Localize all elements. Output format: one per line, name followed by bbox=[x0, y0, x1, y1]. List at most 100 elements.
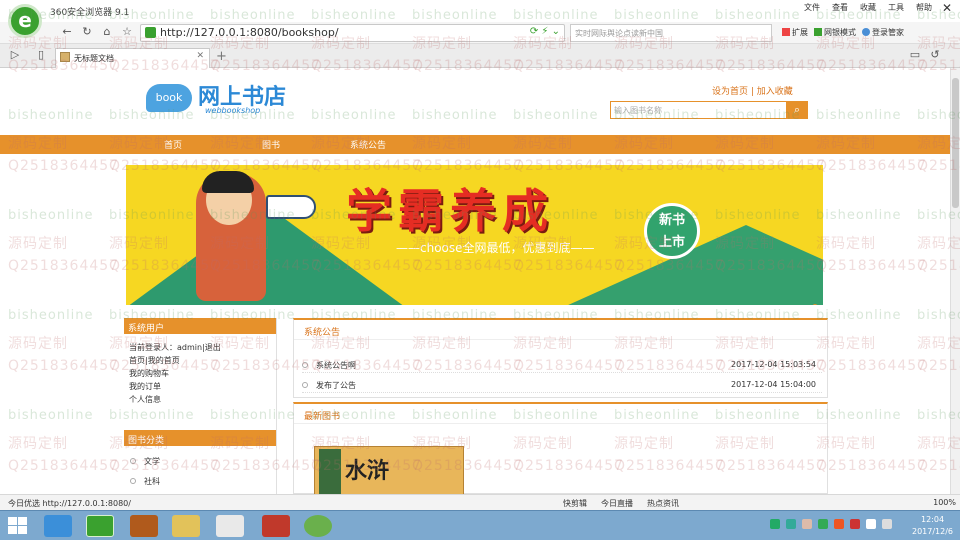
menu-help[interactable]: 帮助 bbox=[916, 2, 932, 13]
status-bar: 今日优选 http://127.0.0.1:8080/ 快剪辑 今日直播 热点资… bbox=[0, 494, 960, 510]
page-icon bbox=[60, 52, 70, 62]
login-manager-button[interactable]: 登录管家 bbox=[862, 27, 904, 38]
banner-hair bbox=[202, 171, 254, 193]
link-my-home[interactable]: 首页|我的首页 bbox=[129, 354, 276, 367]
browser-app-title: 360安全浏览器 9.1 bbox=[50, 8, 130, 18]
bullet-icon bbox=[130, 478, 136, 484]
category-title: 图书分类 bbox=[124, 430, 276, 446]
login-status[interactable]: 当前登录人：admin|退出 bbox=[129, 341, 276, 354]
nav-home[interactable]: 首页 bbox=[164, 138, 182, 151]
new-tab-icon[interactable]: + bbox=[216, 49, 227, 64]
status-url[interactable]: 今日优选 http://127.0.0.1:8080/ bbox=[8, 498, 131, 509]
folder-icon[interactable] bbox=[172, 515, 200, 537]
tray-icon[interactable] bbox=[818, 519, 828, 529]
nav-books[interactable]: 图书 bbox=[262, 138, 280, 151]
badge-line-2: 上市 bbox=[658, 235, 685, 250]
banking-icon bbox=[814, 28, 822, 36]
site-subtitle: webbookshop bbox=[205, 106, 261, 115]
banking-mode-button[interactable]: 网银模式 bbox=[814, 27, 856, 38]
book-category-panel: 图书分类 文学 社科 bbox=[124, 430, 277, 494]
notice-date: 2017-12-04 15:04:00 bbox=[731, 380, 816, 389]
login-icon bbox=[862, 28, 870, 36]
ie-icon[interactable] bbox=[44, 515, 72, 537]
windows-taskbar: 12:04 2017/12/6 bbox=[0, 510, 960, 540]
megaphone-icon bbox=[266, 195, 316, 219]
link-orders[interactable]: 我的订单 bbox=[129, 380, 276, 393]
clock-date: 2017/12/6 bbox=[912, 527, 954, 536]
address-url[interactable]: http://127.0.0.1:8080/bookshop/ bbox=[160, 26, 339, 39]
link-profile[interactable]: 个人信息 bbox=[129, 393, 276, 406]
page-scrollbar[interactable] bbox=[950, 68, 960, 494]
nav-announcements[interactable]: 系统公告 bbox=[350, 138, 386, 151]
new-books-title: 最新图书 bbox=[294, 404, 827, 424]
top-links[interactable]: 设为首页 | 加入收藏 bbox=[712, 84, 793, 97]
banner-title: 学霸养成 bbox=[346, 184, 554, 238]
notice-title[interactable]: 发布了公告 bbox=[316, 381, 356, 390]
announcement-panel: 系统公告 系统公告啊 2017-12-04 15:03:54 发布了公告 201… bbox=[293, 318, 828, 398]
browser-menu: 文件 查看 收藏 工具 帮助 bbox=[804, 2, 932, 13]
address-action-icons[interactable]: ⟳ ⚡ ⌄ bbox=[530, 26, 560, 37]
windows-start-icon[interactable] bbox=[8, 517, 28, 535]
live-button[interactable]: 今日直播 bbox=[601, 498, 633, 509]
close-window-icon[interactable]: ✕ bbox=[942, 1, 952, 15]
carousel-dot[interactable] bbox=[812, 304, 818, 305]
tray-icon[interactable] bbox=[866, 519, 876, 529]
status-tools: 快剪辑 今日直播 热点资讯 bbox=[563, 498, 679, 509]
menu-tools[interactable]: 工具 bbox=[888, 2, 904, 13]
badge-line-1: 新书 bbox=[658, 213, 685, 228]
menu-file[interactable]: 文件 bbox=[804, 2, 820, 13]
list-item[interactable]: 发布了公告 2017-12-04 15:04:00 bbox=[302, 376, 822, 393]
notice-title[interactable]: 系统公告啊 bbox=[316, 361, 356, 370]
link-cart[interactable]: 我的购物车 bbox=[129, 367, 276, 380]
main-nav: 首页 图书 系统公告 bbox=[0, 135, 950, 154]
tab-close-icon[interactable]: ✕ bbox=[196, 51, 204, 61]
menu-view[interactable]: 查看 bbox=[832, 2, 848, 13]
menu-favorites[interactable]: 收藏 bbox=[860, 2, 876, 13]
tab-label: 无标题文档 bbox=[74, 54, 114, 63]
volume-icon[interactable] bbox=[882, 519, 892, 529]
quick-edit-button[interactable]: 快剪辑 bbox=[563, 498, 587, 509]
book-search-input[interactable]: 输入图书名称 bbox=[610, 101, 788, 119]
promo-banner[interactable]: 学霸养成 ——choose全网最低，优惠到底—— 新书 上市 bbox=[126, 165, 823, 305]
extensions-button[interactable]: 扩展 bbox=[782, 27, 808, 38]
restore-tabs-icon[interactable]: ▭ bbox=[908, 48, 922, 62]
back-icon[interactable]: ← bbox=[60, 25, 74, 39]
winrar-icon[interactable] bbox=[262, 515, 290, 537]
tray-icon[interactable] bbox=[850, 519, 860, 529]
scrollbar-thumb[interactable] bbox=[952, 78, 959, 208]
home-icon[interactable]: ⌂ bbox=[100, 25, 114, 39]
category-item[interactable]: 社科 bbox=[130, 472, 276, 492]
tray-icon[interactable] bbox=[770, 519, 780, 529]
address-bar[interactable]: http://127.0.0.1:8080/bookshop/ ⟳ ⚡ ⌄ bbox=[140, 24, 565, 42]
java-icon[interactable] bbox=[216, 515, 244, 537]
tray-icon[interactable] bbox=[786, 519, 796, 529]
sidebar-toggle-icon[interactable]: ▷ bbox=[8, 48, 22, 62]
browser-360-icon[interactable] bbox=[86, 515, 114, 537]
category-item[interactable]: 文学 bbox=[130, 452, 276, 472]
undo-close-icon[interactable]: ↺ bbox=[928, 48, 942, 62]
clock-time: 12:04 bbox=[920, 515, 945, 524]
zoom-level[interactable]: 100% bbox=[933, 498, 956, 507]
system-tray bbox=[770, 519, 892, 529]
book-cover[interactable]: 水浒 bbox=[314, 446, 464, 494]
book-app-icon[interactable] bbox=[130, 515, 158, 537]
list-item[interactable]: 系统公告啊 2017-12-04 15:03:54 bbox=[302, 356, 822, 373]
new-book-badge: 新书 上市 bbox=[644, 203, 700, 259]
refresh-icon[interactable]: ↻ bbox=[80, 25, 94, 39]
site-logo-icon[interactable]: book bbox=[146, 84, 192, 112]
tab-untitled-document[interactable]: 无标题文档 ✕ bbox=[55, 48, 210, 68]
browser-navbar: ← ↻ ⌂ ☆ http://127.0.0.1:8080/bookshop/ … bbox=[0, 22, 960, 44]
system-user-title: 系统用户 bbox=[124, 318, 276, 334]
trash-icon[interactable]: ▯ bbox=[34, 48, 48, 62]
tray-icon[interactable] bbox=[802, 519, 812, 529]
favorite-star-icon[interactable]: ☆ bbox=[120, 25, 134, 39]
system-user-panel: 系统用户 当前登录人：admin|退出 首页|我的首页 我的购物车 我的订单 个… bbox=[124, 318, 277, 430]
tray-icon[interactable] bbox=[834, 519, 844, 529]
browser-green-icon[interactable] bbox=[304, 515, 332, 537]
search-button-icon[interactable]: ⌕ bbox=[786, 101, 808, 119]
bullet-icon bbox=[302, 382, 308, 388]
news-button[interactable]: 热点资讯 bbox=[647, 498, 679, 509]
book-cover-title: 水浒 bbox=[345, 459, 390, 484]
taskbar-clock[interactable]: 12:04 2017/12/6 bbox=[912, 514, 953, 538]
browser-search-input[interactable]: 实时网际舆论点读新中国 bbox=[570, 24, 772, 42]
